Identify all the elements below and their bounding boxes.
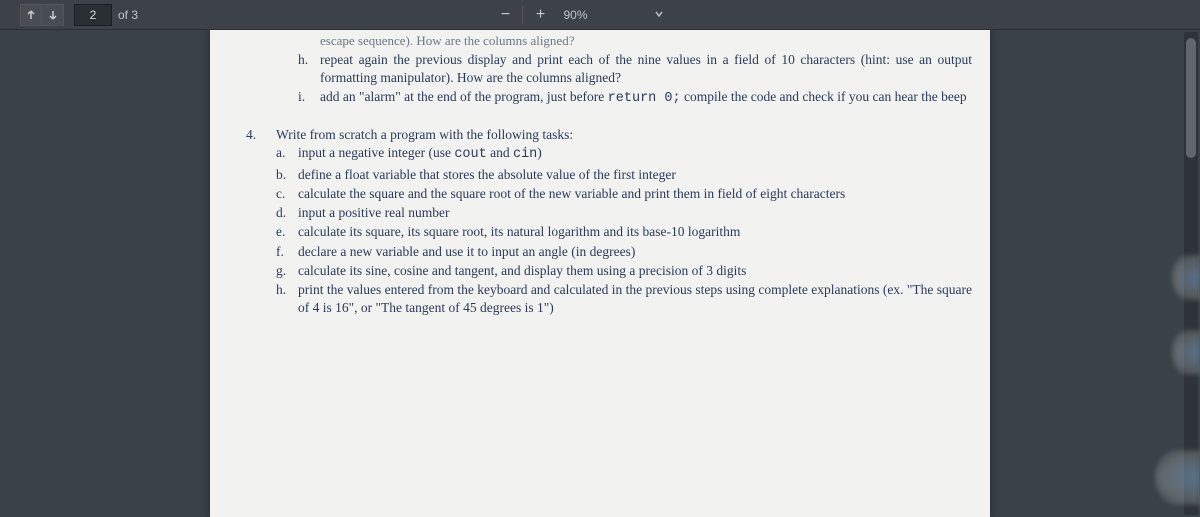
- cutoff-text: escape sequence). How are the columns al…: [320, 32, 972, 50]
- document-page: escape sequence). How are the columns al…: [210, 30, 990, 517]
- list-marker: e.: [276, 223, 298, 241]
- list-item-text: calculate its square, its square root, i…: [298, 223, 972, 241]
- list-item-text: calculate the square and the square root…: [298, 185, 972, 203]
- zoom-dropdown[interactable]: [654, 8, 664, 22]
- list-item-text: add an "alarm" at the end of the program…: [320, 88, 972, 108]
- list-item-text: define a float variable that stores the …: [298, 166, 972, 184]
- zoom-out-button[interactable]: −: [494, 4, 516, 26]
- list-item-text: input a negative integer (use cout and c…: [298, 144, 972, 164]
- list-item-text: repeat again the previous display and pr…: [320, 51, 972, 87]
- list-marker: d.: [276, 204, 298, 222]
- scrollbar-thumb[interactable]: [1186, 38, 1196, 158]
- toolbar: of 3 − + 90%: [0, 0, 1200, 30]
- list-marker: g.: [276, 262, 298, 280]
- section-heading: Write from scratch a program with the fo…: [276, 126, 972, 144]
- page-viewport: escape sequence). How are the columns al…: [0, 30, 1200, 517]
- section-number: 4.: [246, 126, 276, 144]
- list-marker: h.: [276, 281, 298, 317]
- page-total-label: of 3: [118, 8, 138, 22]
- pdf-viewer: of 3 − + 90% escape sequence). How are t…: [0, 0, 1200, 517]
- list-marker: a.: [276, 144, 298, 164]
- list-marker: b.: [276, 166, 298, 184]
- page-nav-group: [20, 4, 64, 26]
- list-item-text: calculate its sine, cosine and tangent, …: [298, 262, 972, 280]
- scrollbar-track[interactable]: [1184, 32, 1198, 515]
- page-up-button[interactable]: [20, 4, 42, 26]
- list-item-text: print the values entered from the keyboa…: [298, 281, 972, 317]
- list-item-text: declare a new variable and use it to inp…: [298, 243, 972, 261]
- list-marker: c.: [276, 185, 298, 203]
- zoom-in-button[interactable]: +: [529, 4, 551, 26]
- zoom-level-label: 90%: [563, 8, 587, 22]
- divider: [522, 6, 523, 24]
- list-marker: f.: [276, 243, 298, 261]
- list-marker: [298, 32, 320, 50]
- page-number-input[interactable]: [74, 4, 112, 26]
- list-item-text: input a positive real number: [298, 204, 972, 222]
- list-marker: h.: [298, 51, 320, 87]
- page-down-button[interactable]: [42, 4, 64, 26]
- list-marker: i.: [298, 88, 320, 108]
